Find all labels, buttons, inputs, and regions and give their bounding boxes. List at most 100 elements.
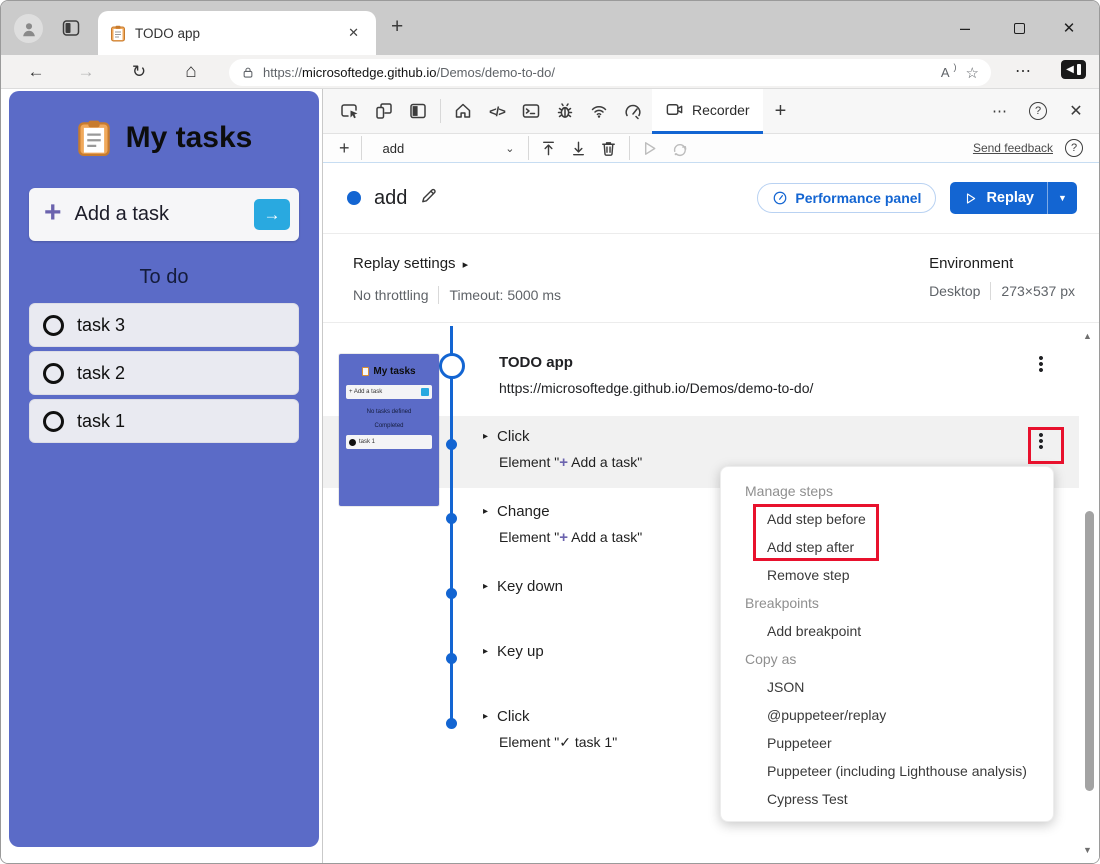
divider (438, 286, 440, 304)
dock-side-icon[interactable] (401, 96, 435, 126)
edit-name-pencil-icon[interactable] (419, 186, 438, 210)
task-row[interactable]: task 2 (29, 351, 299, 395)
thumbnail-task-row: task 1 (346, 435, 432, 449)
task-row[interactable]: task 1 (29, 399, 299, 443)
recorder-help-icon[interactable]: ? (1065, 139, 1083, 157)
scroll-up-arrow-icon[interactable]: ▲ (1083, 331, 1092, 341)
step-change-label[interactable]: ▸ Change (483, 503, 550, 520)
task-list: task 3 task 2 task 1 (29, 303, 299, 443)
steps-scrollbar[interactable]: ▲ ▼ (1079, 323, 1099, 863)
plus-icon: + (44, 195, 62, 229)
disclosure-triangle-icon[interactable]: ▸ (483, 581, 488, 592)
recording-select[interactable]: add ⌄ (375, 137, 523, 159)
issues-bug-icon[interactable] (548, 96, 582, 126)
console-tab-icon[interactable] (514, 96, 548, 126)
delete-recording-button[interactable] (594, 136, 624, 160)
elements-tab-icon[interactable]: </> (480, 96, 514, 126)
inspect-element-icon[interactable] (333, 96, 367, 126)
browser-settings-menu-icon[interactable]: ⋯ (1015, 61, 1032, 81)
tab-recorder[interactable]: Recorder (652, 88, 763, 134)
welcome-tab-icon[interactable] (446, 96, 480, 126)
sidebar-toggle-icon[interactable]: ◀ (1061, 60, 1086, 79)
address-bar[interactable]: https://microsoftedge.github.io/Demos/de… (229, 59, 991, 86)
menu-item-copy-puppeteer[interactable]: Puppeteer (721, 729, 1053, 757)
step-menu-kebab-icon[interactable]: • • • (1031, 351, 1051, 378)
menu-item-copy-cypress[interactable]: Cypress Test (721, 785, 1053, 813)
highlight-box-kebab (1028, 427, 1064, 464)
step-change-element: Element "+ Add a task" (499, 529, 643, 546)
step-keydown-label[interactable]: ▸ Key down (483, 578, 563, 595)
disclosure-triangle-icon[interactable]: ▸ (483, 431, 488, 442)
scroll-down-arrow-icon[interactable]: ▼ (1083, 845, 1092, 855)
task-row[interactable]: task 3 (29, 303, 299, 347)
performance-panel-button[interactable]: Performance panel (757, 183, 937, 213)
device-emulation-icon[interactable] (367, 96, 401, 126)
divider (360, 136, 362, 160)
devtools-help-icon[interactable]: ? (1021, 96, 1055, 126)
task-checkbox[interactable] (43, 410, 64, 432)
add-task-button[interactable]: + Add a task → (29, 188, 299, 241)
send-feedback-link[interactable]: Send feedback (973, 141, 1053, 155)
read-aloud-icon[interactable]: A) (941, 62, 957, 80)
new-recording-button[interactable]: + (339, 138, 350, 159)
task-checkbox[interactable] (43, 362, 64, 384)
step-nav-title[interactable]: TODO app (499, 354, 573, 371)
url-text: https://microsoftedge.github.io/Demos/de… (263, 65, 555, 80)
disclosure-triangle-icon[interactable]: ▸ (483, 646, 488, 657)
menu-item-remove-step[interactable]: Remove step (721, 561, 1053, 589)
more-tools-plus-button[interactable]: + (775, 100, 787, 123)
devtools-tabbar-right: ⋯ ? ✕ (983, 96, 1099, 126)
menu-item-copy-puppeteer-replay[interactable]: @puppeteer/replay (721, 701, 1053, 729)
menu-item-copy-json[interactable]: JSON (721, 673, 1053, 701)
replay-settings-values: No throttling Timeout: 5000 ms (353, 286, 561, 304)
todo-favicon (111, 25, 125, 41)
highlight-box-menu-items (753, 504, 879, 561)
window-minimize-button[interactable]: – (943, 1, 987, 55)
home-button[interactable]: ⌂ (178, 60, 204, 84)
replay-settings-toggle[interactable]: Replay settings ▸ (353, 255, 468, 272)
import-recording-button[interactable] (534, 136, 564, 160)
reload-button[interactable]: ↻ (126, 60, 152, 84)
forward-button[interactable]: → (73, 60, 99, 84)
export-recording-button[interactable] (564, 136, 594, 160)
replay-button-group: Replay ▼ (950, 182, 1077, 214)
scrollbar-thumb[interactable] (1085, 511, 1094, 791)
devtools-more-menu-icon[interactable]: ⋯ (983, 96, 1017, 126)
divider (990, 282, 992, 300)
profile-avatar[interactable] (14, 14, 43, 43)
browser-tab[interactable]: TODO app ✕ (98, 11, 376, 55)
network-wifi-icon[interactable] (582, 96, 616, 126)
disclosure-triangle-icon[interactable]: ▸ (483, 506, 488, 517)
back-button[interactable]: ← (23, 60, 49, 84)
task-checkbox[interactable] (43, 314, 64, 336)
timeline-dot (446, 653, 457, 664)
window-maximize-button[interactable] (997, 1, 1041, 55)
devtools-close-icon[interactable]: ✕ (1059, 96, 1093, 126)
thumbnail-add-row: + Add a task (346, 385, 432, 399)
replay-button[interactable]: Replay (950, 182, 1047, 214)
new-tab-button[interactable]: + (391, 15, 403, 39)
step-click2-label[interactable]: ▸ Click (483, 708, 530, 725)
site-lock-icon (243, 67, 253, 78)
window-close-button[interactable]: ✕ (1047, 1, 1091, 55)
submit-task-button[interactable]: → (254, 199, 290, 230)
workspaces-icon[interactable] (61, 18, 81, 43)
app-title: My tasks (125, 121, 253, 154)
step-click-label[interactable]: ▸ Click (483, 428, 530, 445)
disclosure-triangle-icon[interactable]: ▸ (483, 711, 488, 722)
recorder-toolbar: + add ⌄ Send feedback ? (323, 134, 1099, 163)
todo-app-header: My tasks (9, 91, 319, 159)
step-keyup-label[interactable]: ▸ Key up (483, 643, 544, 660)
menu-item-copy-puppeteer-lighthouse[interactable]: Puppeteer (including Lighthouse analysis… (721, 757, 1053, 785)
menu-item-add-breakpoint[interactable]: Add breakpoint (721, 617, 1053, 645)
recorder-tab-label: Recorder (692, 101, 750, 118)
performance-gauge-icon[interactable] (616, 96, 650, 126)
thumbnail-check-icon (349, 438, 356, 446)
replay-dropdown-button[interactable]: ▼ (1047, 182, 1077, 214)
page-thumbnail: My tasks + Add a task No tasks defined C… (339, 354, 439, 506)
todo-app-card: My tasks + Add a task → To do task 3 tas… (9, 91, 319, 847)
throttling-value: No throttling (353, 287, 429, 303)
maximize-icon (1013, 22, 1025, 34)
favorites-star-icon[interactable]: ☆ (966, 64, 979, 82)
tab-close-button[interactable]: ✕ (343, 23, 364, 43)
